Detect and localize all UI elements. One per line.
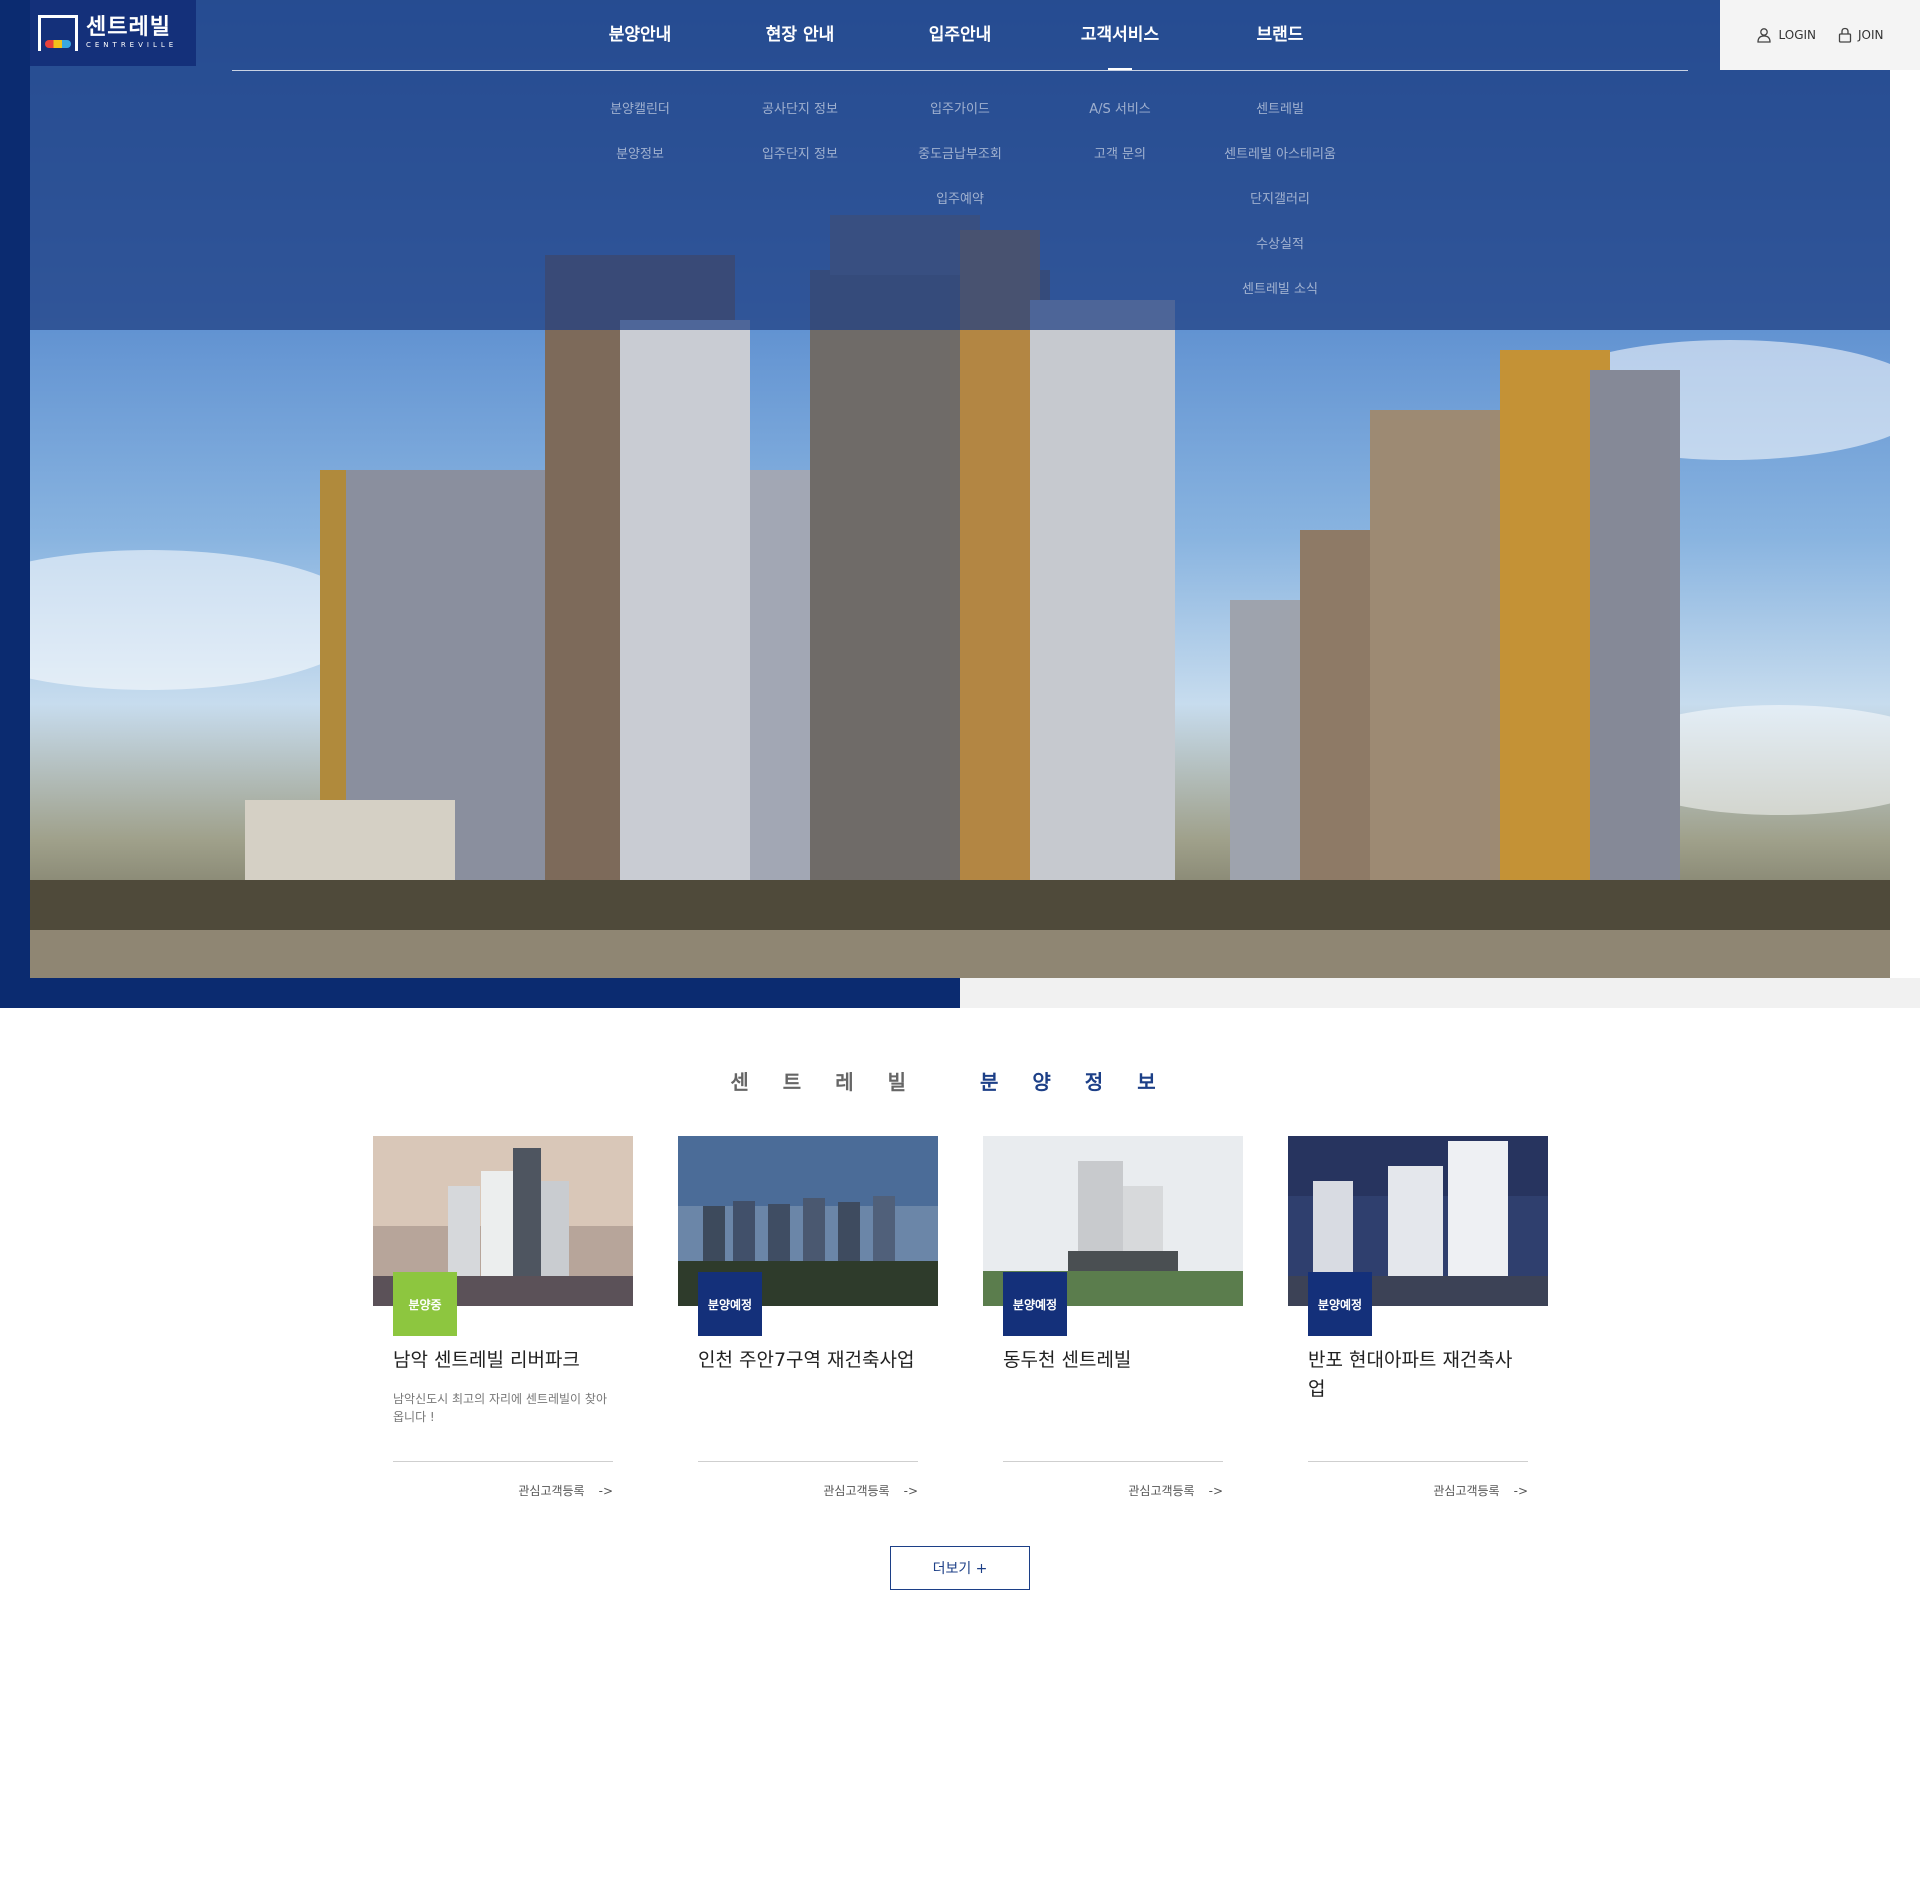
register-interest-link[interactable]: 관심고객등록 ->: [1433, 1482, 1528, 1499]
nav-item-brand[interactable]: 브랜드: [1200, 0, 1360, 70]
card-title[interactable]: 남악 센트레빌 리버파크: [393, 1346, 613, 1375]
card-description: 남악신도시 최고의 자리에 센트레빌이 찾아옵니다 !: [393, 1392, 607, 1424]
login-label: LOGIN: [1778, 28, 1817, 42]
register-interest-label: 관심고객등록: [518, 1484, 585, 1498]
submenu-item[interactable]: 중도금납부조회: [918, 141, 1002, 186]
submenu-item[interactable]: 입주단지 정보: [762, 141, 838, 186]
card-title[interactable]: 반포 현대아파트 재건축사업: [1308, 1346, 1528, 1404]
submenu-item[interactable]: 분양정보: [616, 141, 664, 186]
register-interest-link[interactable]: 관심고객등록 ->: [518, 1482, 613, 1499]
register-interest-label: 관심고객등록: [1128, 1484, 1195, 1498]
sale-card-list: 분양중 남악 센트레빌 리버파크 남악신도시 최고의 자리에 센트레빌이 찾아옵…: [373, 1136, 1549, 1516]
submenu-site-info: 공사단지 정보 입주단지 정보: [720, 96, 880, 186]
section-title: 센트레빌 분양정보: [0, 1066, 1920, 1095]
lock-icon: [1838, 27, 1852, 43]
sale-card[interactable]: 분양예정 동두천 센트레빌 관심고객등록 ->: [983, 1136, 1243, 1516]
submenu-customer-service: A/S 서비스 고객 문의: [1040, 96, 1200, 186]
card-divider: [1003, 1461, 1223, 1462]
submenu-move-in: 입주가이드 중도금납부조회 입주예약: [880, 96, 1040, 231]
login-button[interactable]: LOGIN: [1756, 27, 1816, 43]
submenu-item[interactable]: 센트레빌: [1256, 96, 1304, 141]
user-icon: [1756, 27, 1772, 43]
submenu-item[interactable]: 고객 문의: [1094, 141, 1146, 186]
submenu-item[interactable]: A/S 서비스: [1089, 96, 1151, 141]
join-button[interactable]: JOIN: [1838, 27, 1884, 43]
hero-accent-right: [960, 978, 1920, 1008]
card-divider: [698, 1461, 918, 1462]
sale-card[interactable]: 분양예정 인천 주안7구역 재건축사업 관심고객등록 ->: [678, 1136, 938, 1516]
section-title-category: 분양정보: [980, 1070, 1190, 1094]
register-interest-link[interactable]: 관심고객등록 ->: [1128, 1482, 1223, 1499]
submenu-item[interactable]: 수상실적: [1256, 231, 1304, 276]
nav-item-move-in[interactable]: 입주안내: [880, 0, 1040, 70]
sale-card[interactable]: 분양중 남악 센트레빌 리버파크 남악신도시 최고의 자리에 센트레빌이 찾아옵…: [373, 1136, 633, 1516]
section-title-brand: 센트레빌: [730, 1070, 940, 1094]
join-label: JOIN: [1858, 28, 1884, 42]
card-divider: [1308, 1461, 1528, 1462]
card-title[interactable]: 인천 주안7구역 재건축사업: [698, 1346, 918, 1375]
submenu-item[interactable]: 분양캘린더: [610, 96, 670, 141]
card-title[interactable]: 동두천 센트레빌: [1003, 1346, 1223, 1375]
nav-divider: [232, 70, 1688, 71]
submenu-brand: 센트레빌 센트레빌 아스테리움 단지갤러리 수상실적 센트레빌 소식: [1200, 96, 1360, 321]
logo-name-ko: 센트레빌: [86, 15, 171, 40]
sale-card[interactable]: 분양예정 반포 현대아파트 재건축사업 관심고객등록 ->: [1288, 1136, 1548, 1516]
status-badge: 분양예정: [698, 1272, 762, 1336]
register-interest-label: 관심고객등록: [1433, 1484, 1500, 1498]
nav-item-sale-info[interactable]: 분양안내: [560, 0, 720, 70]
submenu-item[interactable]: 센트레빌 아스테리움: [1224, 141, 1336, 186]
arrow-icon: ->: [1513, 1484, 1528, 1498]
nav-item-customer-service[interactable]: 고객서비스: [1040, 0, 1200, 70]
status-badge: 분양예정: [1308, 1272, 1372, 1336]
submenu-item[interactable]: 공사단지 정보: [762, 96, 838, 141]
arrow-icon: ->: [1208, 1484, 1223, 1498]
status-badge: 분양중: [393, 1272, 457, 1336]
logo-name-en: CENTREVILLE: [86, 41, 178, 49]
submenu-item[interactable]: 센트레빌 소식: [1242, 276, 1318, 321]
more-button[interactable]: 더보기 +: [890, 1546, 1030, 1590]
submenu-item[interactable]: 입주예약: [936, 186, 984, 231]
nav-item-site-info[interactable]: 현장 안내: [720, 0, 880, 70]
logo-mark-icon: [38, 15, 78, 51]
arrow-icon: ->: [598, 1484, 613, 1498]
main-nav: 분양안내 현장 안내 입주안내 고객서비스 브랜드: [560, 0, 1360, 70]
status-badge: 분양예정: [1003, 1272, 1067, 1336]
register-interest-label: 관심고객등록: [823, 1484, 890, 1498]
arrow-icon: ->: [903, 1484, 918, 1498]
submenu-sale-info: 분양캘린더 분양정보: [560, 96, 720, 186]
submenu-item[interactable]: 입주가이드: [930, 96, 990, 141]
site-logo[interactable]: 센트레빌 CENTREVILLE: [30, 0, 196, 66]
register-interest-link[interactable]: 관심고객등록 ->: [823, 1482, 918, 1499]
util-bar: LOGIN JOIN: [1720, 0, 1920, 70]
submenu-item[interactable]: 단지갤러리: [1250, 186, 1310, 231]
card-divider: [393, 1461, 613, 1462]
